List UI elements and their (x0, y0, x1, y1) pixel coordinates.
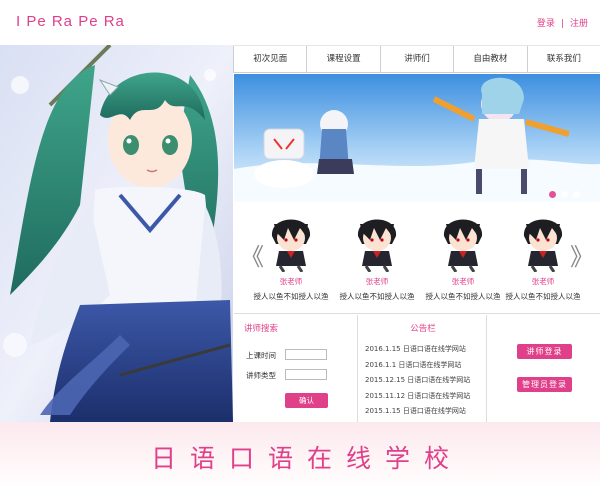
class-time-label: 上课时间 (246, 351, 276, 360)
notice-board: 公告栏 2016.1.15 日语口语在线学网站 2016.1.1 日语口语在线学… (359, 315, 487, 422)
main-nav: 初次见面 课程设置 讲师们 自由教材 联系我们 (233, 45, 600, 73)
teacher-card[interactable]: 张老师 授人以鱼不如授人以渔 (420, 210, 506, 302)
notice-list: 2016.1.15 日语口语在线学网站 2016.1.1 日语口语在线学网站 2… (365, 342, 470, 420)
teacher-avatar (443, 219, 483, 272)
teacher-name: 张老师 (451, 277, 475, 286)
nav-teachers[interactable]: 讲师们 (379, 46, 453, 72)
teacher-card[interactable]: 张老师 授人以鱼不如授人以渔 (334, 210, 420, 302)
login-link[interactable]: 登录 (537, 19, 555, 29)
notice-item[interactable]: 2015.11.12 日语口语在线学网站 (365, 389, 470, 405)
teacher-login-button[interactable]: 讲师登录 (517, 344, 572, 359)
teacher-motto: 授人以鱼不如授人以渔 (339, 292, 415, 301)
teacher-avatar (357, 219, 397, 272)
nav-first-meet[interactable]: 初次见面 (233, 46, 306, 72)
search-title: 讲师搜索 (244, 324, 279, 334)
teacher-name: 张老师 (365, 277, 389, 286)
site-logo[interactable]: I Pe Ra Pe Ra (16, 13, 125, 30)
teacher-type-input[interactable] (285, 369, 327, 380)
notice-item[interactable]: 2015.1.15 日语口语在线学网站 (365, 404, 470, 420)
auth-separator: | (560, 19, 564, 29)
teacher-name: 张老师 (279, 277, 303, 286)
info-panels: 讲师搜索 上课时间 讲师类型 确认 公告栏 2016.1.15 日语口语在线学网… (234, 315, 600, 422)
banner-dots (549, 191, 580, 198)
anime-girl-illustration (0, 45, 233, 422)
banner-dot-3[interactable] (573, 191, 580, 198)
auth-links: 登录 | 注册 (537, 16, 588, 29)
notice-item[interactable]: 2016.1.1 日语口语在线学网站 (365, 358, 470, 374)
notice-item[interactable]: 2015.12.15 日语口语在线学网站 (365, 373, 470, 389)
nav-contact[interactable]: 联系我们 (526, 46, 600, 72)
teacher-type-label: 讲师类型 (246, 371, 276, 380)
teacher-carousel: 《 》 张老师 授人以鱼不如授人以渔 张老师 授人以鱼不如授人以渔 张老师 授人… (234, 202, 600, 314)
teacher-avatar (523, 219, 563, 272)
class-time-input[interactable] (285, 349, 327, 360)
search-confirm-button[interactable]: 确认 (285, 393, 328, 408)
admin-login-button[interactable]: 管理员登录 (517, 377, 572, 392)
teacher-motto: 授人以鱼不如授人以渔 (425, 292, 501, 301)
site-footer: 日语口语在线学校 (0, 422, 600, 490)
banner-dot-1[interactable] (549, 191, 556, 198)
winter-banner-image (234, 74, 600, 202)
nav-materials[interactable]: 自由教材 (453, 46, 526, 72)
school-name-banner: 日语口语在线学校 (150, 444, 463, 473)
teacher-card[interactable]: 张老师 授人以鱼不如授人以渔 (248, 210, 334, 302)
site-header: I Pe Ra Pe Ra 登录 | 注册 (0, 0, 600, 45)
notice-item[interactable]: 2016.1.15 日语口语在线学网站 (365, 342, 470, 358)
teacher-avatar (271, 219, 311, 272)
banner-dot-2[interactable] (561, 191, 568, 198)
register-link[interactable]: 注册 (570, 19, 588, 29)
nav-courses[interactable]: 课程设置 (306, 46, 379, 72)
notice-title: 公告栏 (410, 324, 436, 334)
teacher-motto: 授人以鱼不如授人以渔 (253, 292, 329, 301)
teacher-search-panel: 讲师搜索 上课时间 讲师类型 确认 (234, 315, 358, 422)
teacher-name: 张老师 (531, 277, 555, 286)
login-panel: 讲师登录 管理员登录 (488, 315, 600, 422)
banner-slider[interactable] (234, 74, 600, 202)
teacher-motto: 授人以鱼不如授人以渔 (505, 292, 581, 301)
hero-illustration (0, 45, 233, 422)
teacher-card[interactable]: 张老师 授人以鱼不如授人以渔 (500, 210, 586, 302)
